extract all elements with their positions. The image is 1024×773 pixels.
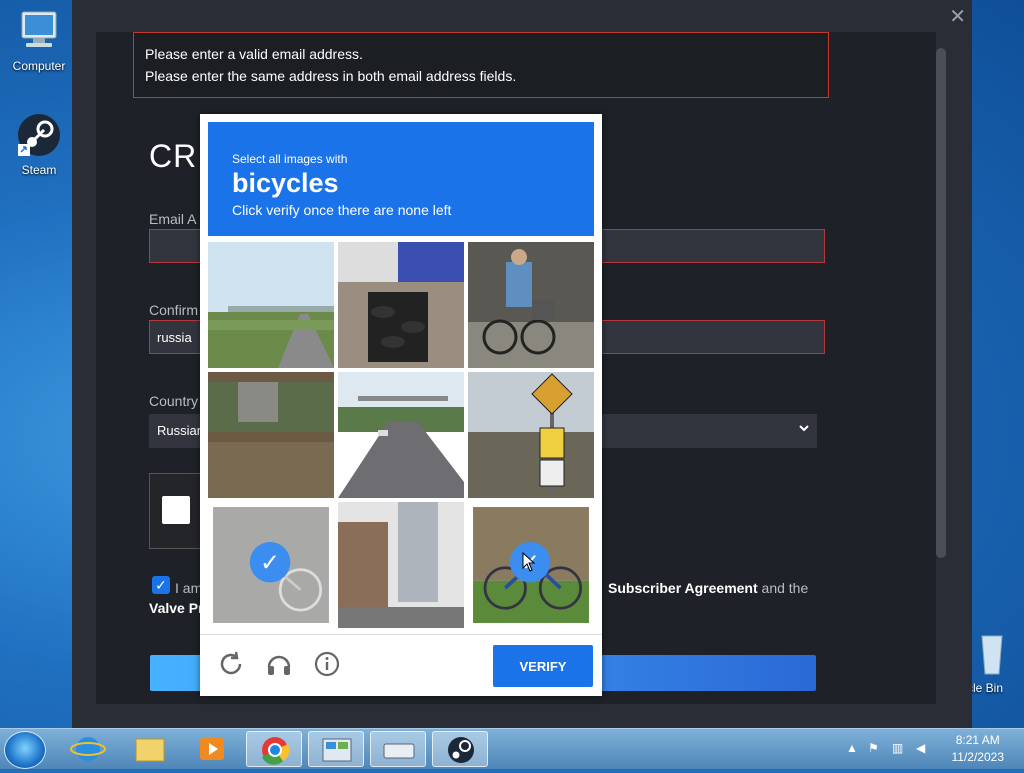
error-line-email-invalid: Please enter a valid email address. — [145, 46, 363, 62]
action-center-flag-icon[interactable]: ⚑ — [868, 741, 884, 757]
taskbar-control-panel[interactable] — [308, 731, 364, 767]
clock-date: 11/2/2023 — [951, 750, 1005, 764]
country-select-value: Russian — [157, 423, 204, 438]
captcha-tile-bicycle-wall[interactable]: ✓ — [213, 507, 329, 623]
captcha-tile-building-street[interactable] — [338, 502, 464, 628]
taskbar-chrome[interactable] — [246, 731, 302, 767]
clock-time: 8:21 AM — [955, 733, 1000, 747]
verify-button[interactable]: VERIFY — [493, 645, 593, 687]
country-label: Country — [149, 393, 199, 409]
desktop-icon-label: Computer — [12, 59, 66, 73]
valve-privacy-link[interactable]: Valve Pr — [149, 600, 204, 616]
desktop-icon-computer[interactable]: Computer — [4, 8, 74, 73]
taskbar-file-explorer[interactable] — [122, 731, 178, 767]
confirm-email-label: Confirm — [149, 302, 199, 318]
mouse-cursor-icon — [522, 552, 536, 572]
agree-checkbox[interactable]: ✓ — [152, 576, 170, 594]
captcha-tile-road[interactable] — [338, 372, 464, 498]
taskbar-media-player[interactable] — [184, 731, 240, 767]
captcha-tile-shed-yard[interactable] — [208, 372, 334, 498]
error-message-box: Please enter a valid email address. Plea… — [133, 32, 829, 98]
show-hidden-icons-chevron-icon[interactable]: ▲ — [846, 741, 862, 757]
captcha-prompt: Select all images with bicycles Click ve… — [208, 122, 594, 236]
captcha-checkbox[interactable] — [162, 496, 190, 524]
desktop-icon-steam[interactable]: Steam — [4, 112, 74, 177]
info-icon[interactable] — [312, 649, 342, 679]
taskbar-steam[interactable] — [432, 731, 488, 767]
refresh-icon[interactable] — [216, 649, 246, 679]
system-clock[interactable]: 8:21 AM 11/2/2023 — [952, 732, 1005, 766]
captcha-instruction-top: Select all images with — [232, 152, 348, 166]
captcha-tile-road-sign[interactable] — [468, 372, 594, 498]
chevron-down-icon — [797, 421, 811, 438]
steam-icon — [448, 737, 474, 763]
agree-text: I am — [175, 580, 203, 596]
control-panel-icon — [322, 738, 352, 762]
agree-suffix: and the — [757, 580, 809, 596]
captcha-tile-highway-overpass[interactable] — [208, 242, 334, 368]
captcha-target-word: bicycles — [232, 168, 339, 198]
subscriber-agreement-link[interactable]: Subscriber Agreement — [608, 580, 758, 596]
computer-icon — [21, 11, 57, 47]
email-label: Email A — [149, 211, 197, 227]
scrollbar[interactable] — [936, 48, 946, 558]
volume-muted-icon[interactable]: ◀ — [916, 741, 932, 757]
page-title: CRI — [149, 138, 208, 174]
steam-icon — [18, 114, 60, 156]
internet-explorer-icon — [70, 737, 106, 761]
media-player-icon — [200, 738, 224, 760]
hcaptcha-challenge: Select all images with bicycles Click ve… — [200, 114, 602, 696]
chrome-icon — [262, 737, 290, 765]
keyboard-icon — [383, 743, 415, 759]
agree-text-continued: Subscriber Agreement and the — [608, 580, 808, 596]
audio-icon[interactable] — [264, 649, 294, 679]
captcha-tile-tire-shop[interactable] — [338, 242, 464, 368]
start-button[interactable] — [4, 731, 46, 769]
network-icon[interactable]: ▥ — [892, 741, 908, 757]
desktop-icon-label: Steam — [21, 163, 57, 177]
close-icon[interactable]: ✕ — [949, 4, 966, 29]
selected-check-icon: ✓ — [249, 542, 291, 583]
captcha-footer: VERIFY — [200, 634, 602, 697]
captcha-image-grid: ✓ ✓ — [208, 242, 594, 628]
taskbar-keyboard-app[interactable] — [370, 731, 426, 767]
taskbar-internet-explorer[interactable] — [60, 731, 116, 767]
error-line-email-mismatch: Please enter the same address in both em… — [145, 68, 517, 84]
taskbar: ▲ ⚑ ▥ ◀ 8:21 AM 11/2/2023 — [0, 728, 1024, 769]
folder-icon — [135, 738, 165, 762]
captcha-tile-cyclist[interactable] — [468, 242, 594, 368]
captcha-instruction-bottom: Click verify once there are none left — [232, 202, 452, 218]
